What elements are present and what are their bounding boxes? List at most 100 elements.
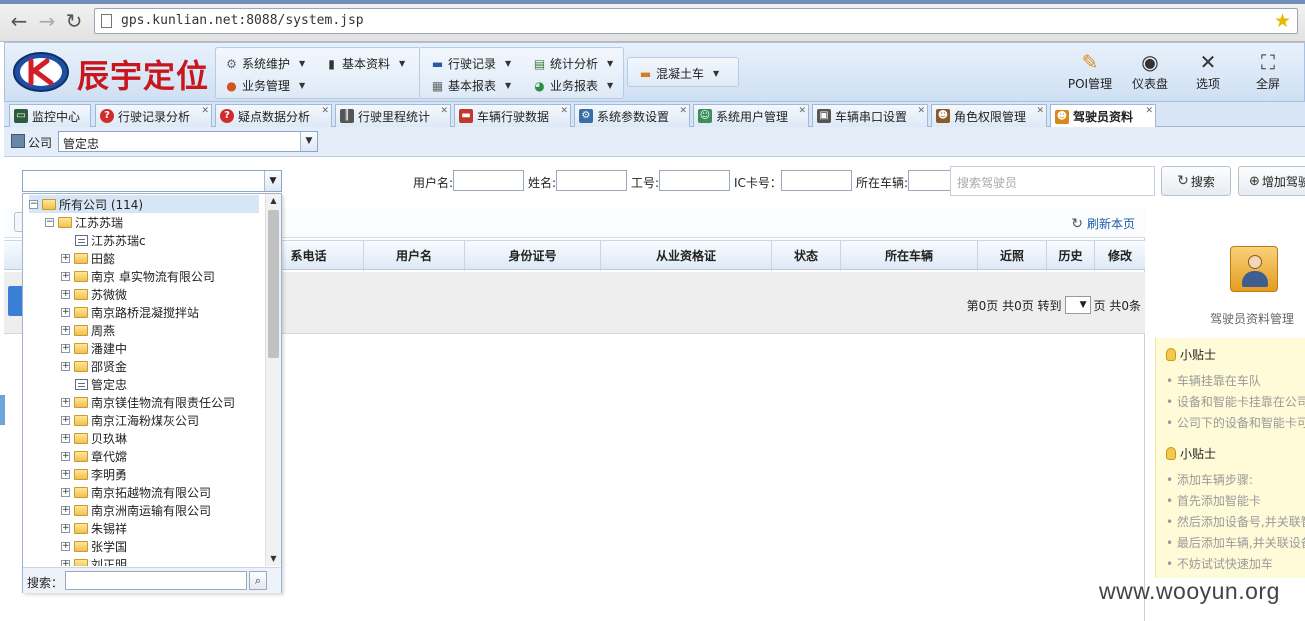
tree-folder[interactable]: + 南京拓越物流有限公司 [61,483,211,501]
chevron-down-icon[interactable]: ▼ [300,132,317,151]
tree-folder[interactable]: + 刘正明 [61,555,127,566]
bookmark-star-icon[interactable]: ★ [1274,10,1291,32]
expand-icon[interactable]: + [61,451,70,461]
tab-monitor-center[interactable]: ▭ 监控中心 [9,104,91,127]
expand-icon[interactable]: + [61,271,70,281]
column-qualification[interactable]: 从业资格证 [601,241,772,271]
close-icon[interactable]: ✕ [1036,106,1044,116]
tree-folder[interactable]: + 南京洲南运输有限公司 [61,501,211,519]
dashboard-button[interactable]: ◉ 仪表盘 [1123,49,1177,92]
poi-management-button[interactable]: ✎ POI管理 [1063,49,1117,92]
tree-folder[interactable]: + 邵贤金 [61,357,127,375]
search-button[interactable]: ↻ 搜索 [1161,166,1231,196]
tab-serial-settings[interactable]: ▣ 车辆串口设置 ✕ [812,104,928,127]
tree-folder[interactable]: + 贝玖琳 [61,429,127,447]
menu-basic-data[interactable]: ▮ 基本资料 ▼ [324,55,405,72]
expand-icon[interactable]: + [61,559,70,566]
tree-folder[interactable]: + 章代嫦 [61,447,127,465]
scroll-thumb[interactable] [268,210,279,358]
menu-statistics[interactable]: ▤ 统计分析 ▼ [532,55,613,72]
expand-icon[interactable]: + [61,523,70,533]
expand-icon[interactable]: + [61,325,70,335]
tab-system-users[interactable]: ☺ 系统用户管理 ✕ [693,104,809,127]
tree-folder[interactable]: − 所有公司 (114) [29,195,259,213]
tree-folder[interactable]: + 南京 卓实物流有限公司 [61,267,215,285]
expand-icon[interactable]: + [61,361,70,371]
expand-icon[interactable]: + [61,307,70,317]
expand-icon[interactable]: + [61,343,70,353]
job-no-input[interactable] [659,170,730,191]
scroll-up-icon[interactable]: ▲ [266,194,281,208]
add-driver-button[interactable]: ⊕ 增加驾驶 [1238,166,1305,196]
expand-icon[interactable]: + [61,433,70,443]
tab-suspect-data-analysis[interactable]: ? 疑点数据分析 ✕ [215,104,332,127]
tree-search-input[interactable] [65,571,247,590]
collapse-handle[interactable] [0,395,5,425]
tree-scrollbar[interactable]: ▲ ▼ [265,194,281,566]
expand-icon[interactable]: + [61,487,70,497]
scroll-down-icon[interactable]: ▼ [266,552,281,566]
close-icon[interactable]: ✕ [201,106,209,116]
collapse-icon[interactable]: − [45,217,54,227]
tree-folder[interactable]: + 南京路桥混凝搅拌站 [61,303,199,321]
menu-business-reports[interactable]: ◕ 业务报表 ▼ [532,77,613,94]
tree-leaf[interactable]: 管定忠 [75,375,127,393]
address-bar[interactable]: gps.kunlian.net:8088/system.jsp ★ [94,8,1298,34]
forward-icon[interactable]: → [36,10,58,32]
tree-leaf[interactable]: 江苏苏瑞c [75,231,146,249]
tree-folder[interactable]: − 江苏苏瑞 [45,213,123,231]
column-photo[interactable]: 近照 [978,241,1047,271]
menu-driving-records[interactable]: ▬ 行驶记录 ▼ [430,55,511,72]
name-input[interactable] [556,170,627,191]
expand-icon[interactable]: + [61,289,70,299]
options-button[interactable]: ✕ 选项 [1181,49,1235,92]
chevron-down-icon[interactable]: ▼ [264,171,281,191]
back-icon[interactable]: ← [8,10,30,32]
refresh-page-link[interactable]: ↻ 刷新本页 [1071,215,1135,232]
driver-search-input[interactable]: 搜索驾驶员 [950,166,1155,196]
company-select[interactable]: 管定忠 ▼ [58,131,318,152]
vehicle-input[interactable] [908,170,952,191]
menu-concrete-truck[interactable]: ▬ 混凝土车 ▼ [638,65,719,82]
close-icon[interactable]: ✕ [560,106,568,116]
tab-system-parameters[interactable]: ⚙ 系统参数设置 ✕ [574,104,690,127]
close-icon[interactable]: ✕ [1145,106,1153,116]
tree-folder[interactable]: + 朱锡祥 [61,519,127,537]
column-id-number[interactable]: 身份证号 [465,241,601,271]
expand-icon[interactable]: + [61,415,70,425]
tab-driver-info[interactable]: ☻ 驾驶员资料 ✕ [1050,104,1156,128]
close-icon[interactable]: ✕ [440,106,448,116]
expand-icon[interactable]: + [61,505,70,515]
tree-folder[interactable]: + 田懿 [61,249,115,267]
expand-icon[interactable]: + [61,469,70,479]
tree-folder[interactable]: + 潘建中 [61,339,127,357]
expand-icon[interactable]: + [61,253,70,263]
tree-folder[interactable]: + 南京镁佳物流有限责任公司 [61,393,235,411]
tab-mileage-statistics[interactable]: ║ 行驶里程统计 ✕ [335,104,451,127]
ic-card-input[interactable] [781,170,852,191]
search-icon[interactable]: ⌕ [249,571,267,590]
tree-folder[interactable]: + 李明勇 [61,465,127,483]
menu-business-management[interactable]: ● 业务管理 ▼ [224,77,305,94]
fullscreen-button[interactable]: ⛶ 全屏 [1241,49,1295,92]
close-icon[interactable]: ✕ [321,106,329,116]
page-select[interactable]: ▼ [1064,296,1091,314]
tree-folder[interactable]: + 周燕 [61,321,115,339]
tree-folder[interactable]: + 南京江海粉煤灰公司 [61,411,199,429]
close-icon[interactable]: ✕ [679,106,687,116]
column-username[interactable]: 用户名 [364,241,465,271]
column-status[interactable]: 状态 [772,241,841,271]
expand-icon[interactable]: + [61,397,70,407]
column-history[interactable]: 历史 [1047,241,1095,271]
column-vehicle[interactable]: 所在车辆 [841,241,978,271]
tree-folder[interactable]: + 张学国 [61,537,127,555]
company-tree-combo[interactable]: ▼ [22,170,282,192]
tab-vehicle-driving-data[interactable]: ▬ 车辆行驶数据 ✕ [454,104,571,127]
tab-driving-record-analysis[interactable]: ? 行驶记录分析 ✕ [95,104,212,127]
reload-icon[interactable]: ↻ [63,10,85,32]
username-input[interactable] [453,170,524,191]
close-icon[interactable]: ✕ [917,106,925,116]
tab-role-permissions[interactable]: ☻ 角色权限管理 ✕ [931,104,1047,127]
menu-basic-reports[interactable]: ▦ 基本报表 ▼ [430,77,511,94]
close-icon[interactable]: ✕ [798,106,806,116]
